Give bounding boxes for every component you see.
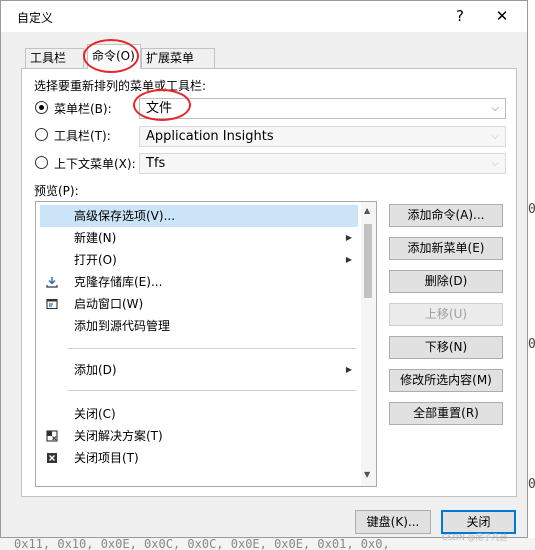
context-menu-select-value: Tfs [146,156,166,171]
context-menu-select[interactable]: Tfs ⌵ [139,153,506,174]
keyboard-button[interactable]: 键盘(K)... [355,510,431,534]
background-char: 0 [528,477,535,492]
toolbar-radio[interactable] [35,128,48,141]
close-project-icon [46,452,58,464]
add-new-menu-button[interactable]: 添加新菜单(E) [389,237,503,260]
menubar-label: 菜单栏(B): [54,102,112,116]
add-command-button[interactable]: 添加命令(A)... [389,204,503,227]
chevron-down-icon: ⌵ [491,103,499,114]
section-prompt: 选择要重新排列的菜单或工具栏: [34,79,207,93]
toolbar-label: 工具栏(T): [54,129,111,143]
chevron-down-icon: ⌵ [491,158,499,169]
list-item[interactable]: 添加(D) ▶ [40,359,358,381]
background-code-line: 0x11, 0x10, 0x0E, 0x0C, 0x0C, 0x0E, 0x0E… [14,538,390,550]
tab-toolbars[interactable]: 工具栏(S) [25,48,84,83]
list-item[interactable]: 关闭解决方案(T) [40,425,358,447]
toolbar-select[interactable]: Application Insights ⌵ [139,126,506,147]
list-item[interactable]: 关闭(C) [40,403,358,425]
list-item[interactable]: 打开(O) ▶ [40,249,358,271]
tab-extension-menus[interactable]: 扩展菜单(E) [141,48,215,83]
tab-commands[interactable]: 命令(O) [87,44,141,69]
close-icon[interactable]: ✕ [488,5,516,27]
menu-separator [68,348,356,349]
scroll-down-icon[interactable]: ▼ [364,470,370,479]
modify-selection-button[interactable]: 修改所选内容(M) [389,369,503,392]
menubar-radio[interactable] [35,101,48,114]
start-window-icon [46,298,58,310]
context-menu-label: 上下文菜单(X): [54,157,136,171]
help-button[interactable]: ? [448,5,472,27]
list-item[interactable]: 关闭项目(T) [40,447,358,469]
commands-panel: 选择要重新排列的菜单或工具栏: 菜单栏(B): 文件 ⌵ 工具栏(T): App… [21,68,517,497]
chevron-down-icon: ⌵ [491,131,499,142]
submenu-arrow-icon: ▶ [345,233,352,242]
move-down-button[interactable]: 下移(N) [389,336,503,359]
watermark: CSDN @尾子凡迪 [442,533,508,542]
scrollbar-thumb[interactable] [364,224,372,298]
menubar-select[interactable]: 文件 ⌵ [139,98,506,119]
preview-list[interactable]: 高级保存选项(V)... 新建(N) ▶ 打开(O) ▶ 克隆存储库(E)... [35,201,377,487]
list-item[interactable]: 克隆存储库(E)... [40,271,358,293]
list-item[interactable]: 新建(N) ▶ [40,227,358,249]
background-char: 0 [528,202,535,217]
list-item[interactable]: 添加到源代码管理 [40,315,358,337]
clone-download-icon [46,276,58,288]
background-char: 0 [528,337,535,352]
preview-label: 预览(P): [34,184,79,198]
close-button[interactable]: 关闭 [441,510,516,534]
menu-separator [68,390,356,391]
dialog-title: 自定义 [17,11,54,25]
delete-button[interactable]: 删除(D) [389,270,503,293]
title-bar: 自定义 ? ✕ [1,1,527,32]
customize-dialog: 自定义 ? ✕ 工具栏(S) 命令(O) 扩展菜单(E) 选择要重新排列的菜单或… [0,0,528,538]
context-menu-radio[interactable] [35,156,48,169]
submenu-arrow-icon: ▶ [345,365,352,374]
move-up-button[interactable]: 上移(U) [389,303,503,326]
menubar-select-value: 文件 [146,101,173,116]
list-item[interactable]: 高级保存选项(V)... [40,205,358,227]
toolbar-select-value: Application Insights [146,129,274,144]
reset-all-button[interactable]: 全部重置(R) [389,402,503,425]
close-solution-icon [46,430,58,442]
scroll-up-icon[interactable]: ▲ [364,206,370,215]
submenu-arrow-icon: ▶ [345,255,352,264]
list-item[interactable]: 启动窗口(W) [40,293,358,315]
